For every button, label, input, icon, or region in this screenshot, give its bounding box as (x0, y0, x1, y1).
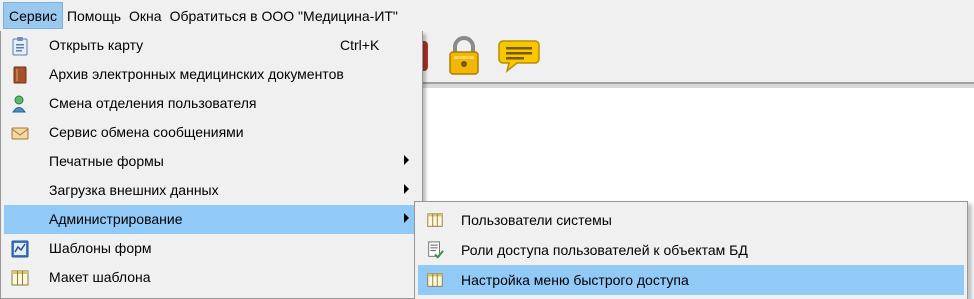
grid-icon (11, 270, 29, 286)
administration-submenu: Пользователи системы Роли доступа пользо… (414, 201, 968, 299)
menu-service[interactable]: Сервис (3, 2, 63, 29)
menu-item-archive[interactable]: Архив электронных медицинских документов (4, 60, 421, 89)
menu-item-administration[interactable]: Администрирование (4, 205, 421, 234)
menu-item-shortcut: Ctrl+K (340, 37, 380, 53)
menu-item-label: Открыть карту (49, 37, 144, 53)
menu-item-form-templates[interactable]: Шаблоны форм (4, 234, 421, 263)
submenu-item-quick-access-settings[interactable]: Настройка меню быстрого доступа (418, 265, 964, 295)
grid-icon (427, 213, 443, 227)
menu-item-messaging[interactable]: Сервис обмена сообщениями (4, 118, 421, 147)
menu-help[interactable]: Помощь (63, 0, 125, 31)
menu-windows[interactable]: Окна (125, 0, 166, 31)
submenu-item-access-roles[interactable]: Роли доступа пользователей к объектам БД (418, 235, 964, 265)
submenu-arrow-icon (404, 184, 409, 194)
submenu-arrow-icon (404, 213, 409, 223)
lock-icon[interactable] (446, 36, 482, 76)
clipboard-icon (12, 37, 28, 56)
menu-bar: Сервис Помощь Окна Обратиться в ООО "Мед… (0, 0, 974, 31)
submenu-item-system-users[interactable]: Пользователи системы (418, 205, 964, 235)
user-icon (12, 95, 26, 113)
menu-contact[interactable]: Обратиться в ООО "Медицина-ИТ" (166, 0, 402, 31)
menu-item-label: Шаблоны форм (49, 240, 152, 256)
menu-item-open-card[interactable]: Открыть карту Ctrl+K (4, 31, 421, 60)
form-template-icon (11, 240, 29, 258)
submenu-item-label: Роли доступа пользователей к объектам БД (461, 242, 748, 258)
submenu-item-label: Пользователи системы (461, 212, 612, 228)
menu-item-label: Смена отделения пользователя (49, 95, 257, 111)
menu-item-external-data[interactable]: Загрузка внешних данных (4, 176, 421, 205)
menu-item-label: Архив электронных медицинских документов (49, 66, 344, 82)
toolbar-shadow (420, 84, 974, 88)
envelope-icon (11, 127, 29, 140)
menu-item-label: Сервис обмена сообщениями (49, 124, 244, 140)
submenu-item-label: Настройка меню быстрого доступа (461, 272, 689, 288)
menu-item-change-department[interactable]: Смена отделения пользователя (4, 89, 421, 118)
menu-item-label: Загрузка внешних данных (49, 182, 219, 198)
menu-item-label: Печатные формы (49, 153, 164, 169)
menu-item-template-layout[interactable]: Макет шаблона (4, 263, 421, 292)
message-icon[interactable] (497, 37, 541, 73)
service-dropdown: Открыть карту Ctrl+K Архив электронных м… (0, 31, 423, 299)
menu-item-print-forms[interactable]: Печатные формы (4, 147, 421, 176)
book-icon (13, 66, 27, 84)
grid-icon (427, 273, 443, 287)
menu-item-label: Макет шаблона (49, 269, 151, 285)
submenu-arrow-icon (404, 155, 409, 165)
menu-item-label: Администрирование (49, 211, 183, 227)
document-check-icon (428, 241, 444, 259)
